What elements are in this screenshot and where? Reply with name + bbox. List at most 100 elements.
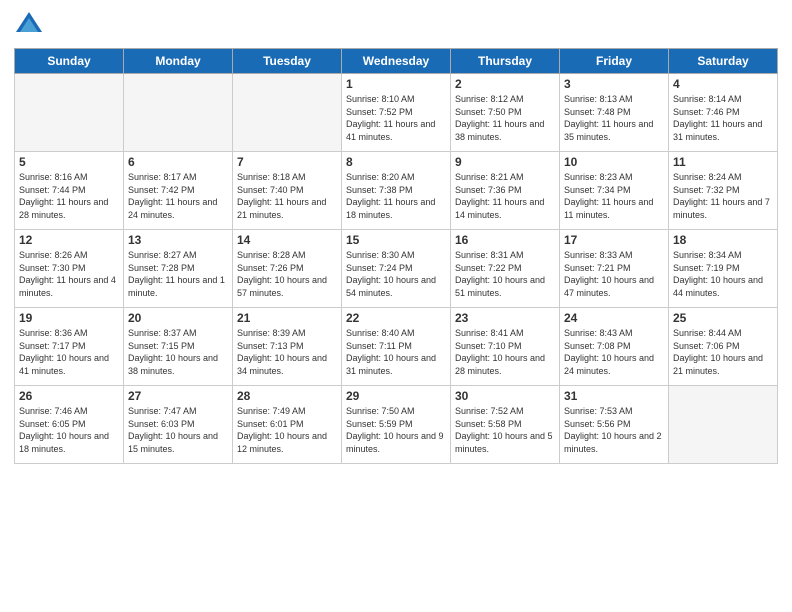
day-number: 31 [564, 389, 664, 403]
day-info: Sunrise: 7:52 AM Sunset: 5:58 PM Dayligh… [455, 405, 555, 455]
day-number: 3 [564, 77, 664, 91]
day-info: Sunrise: 8:43 AM Sunset: 7:08 PM Dayligh… [564, 327, 664, 377]
header-tuesday: Tuesday [233, 49, 342, 74]
day-info: Sunrise: 7:49 AM Sunset: 6:01 PM Dayligh… [237, 405, 337, 455]
day-number: 10 [564, 155, 664, 169]
day-info: Sunrise: 8:36 AM Sunset: 7:17 PM Dayligh… [19, 327, 119, 377]
calendar-cell: 31 Sunrise: 7:53 AM Sunset: 5:56 PM Dayli… [560, 386, 669, 464]
day-number: 5 [19, 155, 119, 169]
calendar-cell: 24 Sunrise: 8:43 AM Sunset: 7:08 PM Dayli… [560, 308, 669, 386]
day-info: Sunrise: 8:41 AM Sunset: 7:10 PM Dayligh… [455, 327, 555, 377]
calendar-cell: 20 Sunrise: 8:37 AM Sunset: 7:15 PM Dayli… [124, 308, 233, 386]
day-number: 9 [455, 155, 555, 169]
day-info: Sunrise: 8:26 AM Sunset: 7:30 PM Dayligh… [19, 249, 119, 299]
day-number: 25 [673, 311, 773, 325]
day-info: Sunrise: 8:24 AM Sunset: 7:32 PM Dayligh… [673, 171, 773, 221]
calendar-cell: 22Sunrise: 8:40 AM Sunset: 7:11 PM Dayli… [342, 308, 451, 386]
day-info: Sunrise: 8:31 AM Sunset: 7:22 PM Dayligh… [455, 249, 555, 299]
header-row: Sunday Monday Tuesday Wednesday Thursday… [15, 49, 778, 74]
day-number: 15 [346, 233, 446, 247]
calendar-cell: 18Sunrise: 8:34 AM Sunset: 7:19 PM Dayli… [669, 230, 778, 308]
day-info: Sunrise: 8:30 AM Sunset: 7:24 PM Dayligh… [346, 249, 446, 299]
calendar-cell [124, 74, 233, 152]
calendar-cell: 10 Sunrise: 8:23 AM Sunset: 7:34 PM Dayli… [560, 152, 669, 230]
day-number: 19 [19, 311, 119, 325]
day-number: 30 [455, 389, 555, 403]
calendar-cell: 9 Sunrise: 8:21 AM Sunset: 7:36 PM Daylig… [451, 152, 560, 230]
day-info: Sunrise: 8:28 AM Sunset: 7:26 PM Dayligh… [237, 249, 337, 299]
calendar-cell: 21Sunrise: 8:39 AM Sunset: 7:13 PM Dayli… [233, 308, 342, 386]
calendar-header: Sunday Monday Tuesday Wednesday Thursday… [15, 49, 778, 74]
calendar-cell: 6 Sunrise: 8:17 AM Sunset: 7:42 PM Daylig… [124, 152, 233, 230]
header-friday: Friday [560, 49, 669, 74]
calendar-cell: 30 Sunrise: 7:52 AM Sunset: 5:58 PM Dayli… [451, 386, 560, 464]
calendar-cell: 11 Sunrise: 8:24 AM Sunset: 7:32 PM Dayli… [669, 152, 778, 230]
day-info: Sunrise: 8:33 AM Sunset: 7:21 PM Dayligh… [564, 249, 664, 299]
calendar-cell [15, 74, 124, 152]
calendar-week-4: 19 Sunrise: 8:36 AM Sunset: 7:17 PM Dayli… [15, 308, 778, 386]
calendar-cell: 5 Sunrise: 8:16 AM Sunset: 7:44 PM Daylig… [15, 152, 124, 230]
day-info: Sunrise: 7:47 AM Sunset: 6:03 PM Dayligh… [128, 405, 228, 455]
day-number: 23 [455, 311, 555, 325]
day-number: 20 [128, 311, 228, 325]
calendar-week-2: 5 Sunrise: 8:16 AM Sunset: 7:44 PM Daylig… [15, 152, 778, 230]
calendar: Sunday Monday Tuesday Wednesday Thursday… [14, 48, 778, 464]
day-number: 2 [455, 77, 555, 91]
header-saturday: Saturday [669, 49, 778, 74]
calendar-cell: 29 Sunrise: 7:50 AM Sunset: 5:59 PM Dayli… [342, 386, 451, 464]
day-info: Sunrise: 8:37 AM Sunset: 7:15 PM Dayligh… [128, 327, 228, 377]
page-container: Sunday Monday Tuesday Wednesday Thursday… [0, 0, 792, 612]
header-monday: Monday [124, 49, 233, 74]
calendar-cell: 28 Sunrise: 7:49 AM Sunset: 6:01 PM Dayli… [233, 386, 342, 464]
calendar-cell: 7Sunrise: 8:18 AM Sunset: 7:40 PM Daylig… [233, 152, 342, 230]
day-number: 16 [455, 233, 555, 247]
day-number: 18 [673, 233, 773, 247]
calendar-cell: 27 Sunrise: 7:47 AM Sunset: 6:03 PM Dayli… [124, 386, 233, 464]
calendar-cell: 4Sunrise: 8:14 AM Sunset: 7:46 PM Daylig… [669, 74, 778, 152]
calendar-cell: 19 Sunrise: 8:36 AM Sunset: 7:17 PM Dayli… [15, 308, 124, 386]
day-number: 26 [19, 389, 119, 403]
day-number: 6 [128, 155, 228, 169]
day-info: Sunrise: 8:12 AM Sunset: 7:50 PM Dayligh… [455, 93, 555, 143]
day-info: Sunrise: 8:21 AM Sunset: 7:36 PM Dayligh… [455, 171, 555, 221]
calendar-week-1: 1Sunrise: 8:10 AM Sunset: 7:52 PM Daylig… [15, 74, 778, 152]
day-number: 28 [237, 389, 337, 403]
header [14, 10, 778, 40]
header-thursday: Thursday [451, 49, 560, 74]
day-number: 12 [19, 233, 119, 247]
calendar-cell: 1Sunrise: 8:10 AM Sunset: 7:52 PM Daylig… [342, 74, 451, 152]
calendar-cell: 15 Sunrise: 8:30 AM Sunset: 7:24 PM Dayli… [342, 230, 451, 308]
calendar-week-3: 12 Sunrise: 8:26 AM Sunset: 7:30 PM Dayli… [15, 230, 778, 308]
header-wednesday: Wednesday [342, 49, 451, 74]
day-number: 27 [128, 389, 228, 403]
day-info: Sunrise: 8:17 AM Sunset: 7:42 PM Dayligh… [128, 171, 228, 221]
day-number: 24 [564, 311, 664, 325]
day-info: Sunrise: 8:18 AM Sunset: 7:40 PM Dayligh… [237, 171, 337, 221]
day-info: Sunrise: 7:50 AM Sunset: 5:59 PM Dayligh… [346, 405, 446, 455]
day-number: 21 [237, 311, 337, 325]
calendar-cell: 16 Sunrise: 8:31 AM Sunset: 7:22 PM Dayli… [451, 230, 560, 308]
day-number: 29 [346, 389, 446, 403]
header-sunday: Sunday [15, 49, 124, 74]
calendar-cell: 3 Sunrise: 8:13 AM Sunset: 7:48 PM Daylig… [560, 74, 669, 152]
calendar-body: 1Sunrise: 8:10 AM Sunset: 7:52 PM Daylig… [15, 74, 778, 464]
day-info: Sunrise: 8:16 AM Sunset: 7:44 PM Dayligh… [19, 171, 119, 221]
calendar-cell [233, 74, 342, 152]
day-number: 11 [673, 155, 773, 169]
day-info: Sunrise: 8:23 AM Sunset: 7:34 PM Dayligh… [564, 171, 664, 221]
day-info: Sunrise: 7:53 AM Sunset: 5:56 PM Dayligh… [564, 405, 664, 455]
logo [14, 10, 48, 40]
day-info: Sunrise: 8:40 AM Sunset: 7:11 PM Dayligh… [346, 327, 446, 377]
day-info: Sunrise: 8:44 AM Sunset: 7:06 PM Dayligh… [673, 327, 773, 377]
day-info: Sunrise: 8:20 AM Sunset: 7:38 PM Dayligh… [346, 171, 446, 221]
calendar-cell: 13 Sunrise: 8:27 AM Sunset: 7:28 PM Dayli… [124, 230, 233, 308]
calendar-cell: 23 Sunrise: 8:41 AM Sunset: 7:10 PM Dayli… [451, 308, 560, 386]
day-info: Sunrise: 8:27 AM Sunset: 7:28 PM Dayligh… [128, 249, 228, 299]
day-info: Sunrise: 8:14 AM Sunset: 7:46 PM Dayligh… [673, 93, 773, 143]
calendar-cell [669, 386, 778, 464]
day-number: 13 [128, 233, 228, 247]
logo-icon [14, 10, 44, 40]
day-info: Sunrise: 8:13 AM Sunset: 7:48 PM Dayligh… [564, 93, 664, 143]
calendar-cell: 17Sunrise: 8:33 AM Sunset: 7:21 PM Dayli… [560, 230, 669, 308]
day-number: 1 [346, 77, 446, 91]
